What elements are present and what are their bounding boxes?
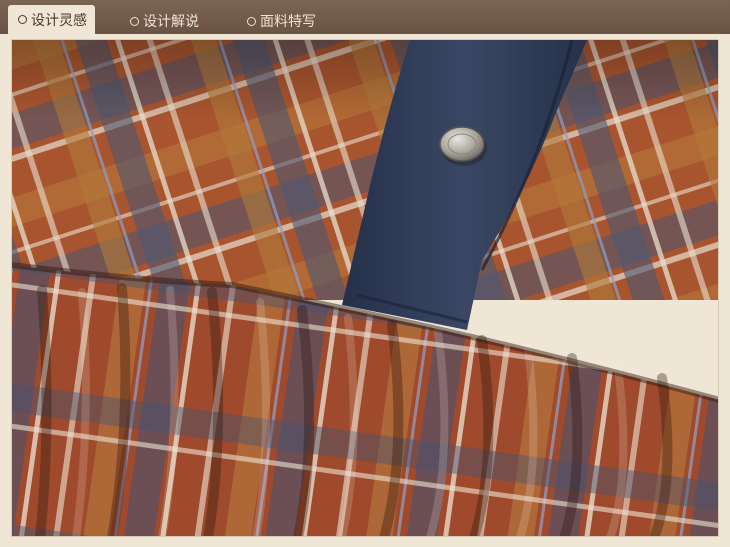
circle-outline-icon [130,16,139,26]
tab-label: 面料特写 [260,14,316,30]
tab-design-inspiration[interactable]: 设计灵感 [8,5,95,34]
tab-design-explanation[interactable]: 设计解说 [130,9,199,33]
fabric-photo [11,39,719,537]
plaid-fabric-image [12,40,718,536]
tab-label: 设计灵感 [31,12,87,29]
circle-outline-icon [247,16,256,26]
tab-fabric-closeup[interactable]: 面料特写 [247,9,316,33]
photo-frame [7,34,723,541]
circle-outline-icon [18,15,27,24]
tab-bar: 设计灵感 设计解说 面料特写 [0,0,730,34]
tab-label: 设计解说 [143,14,199,30]
